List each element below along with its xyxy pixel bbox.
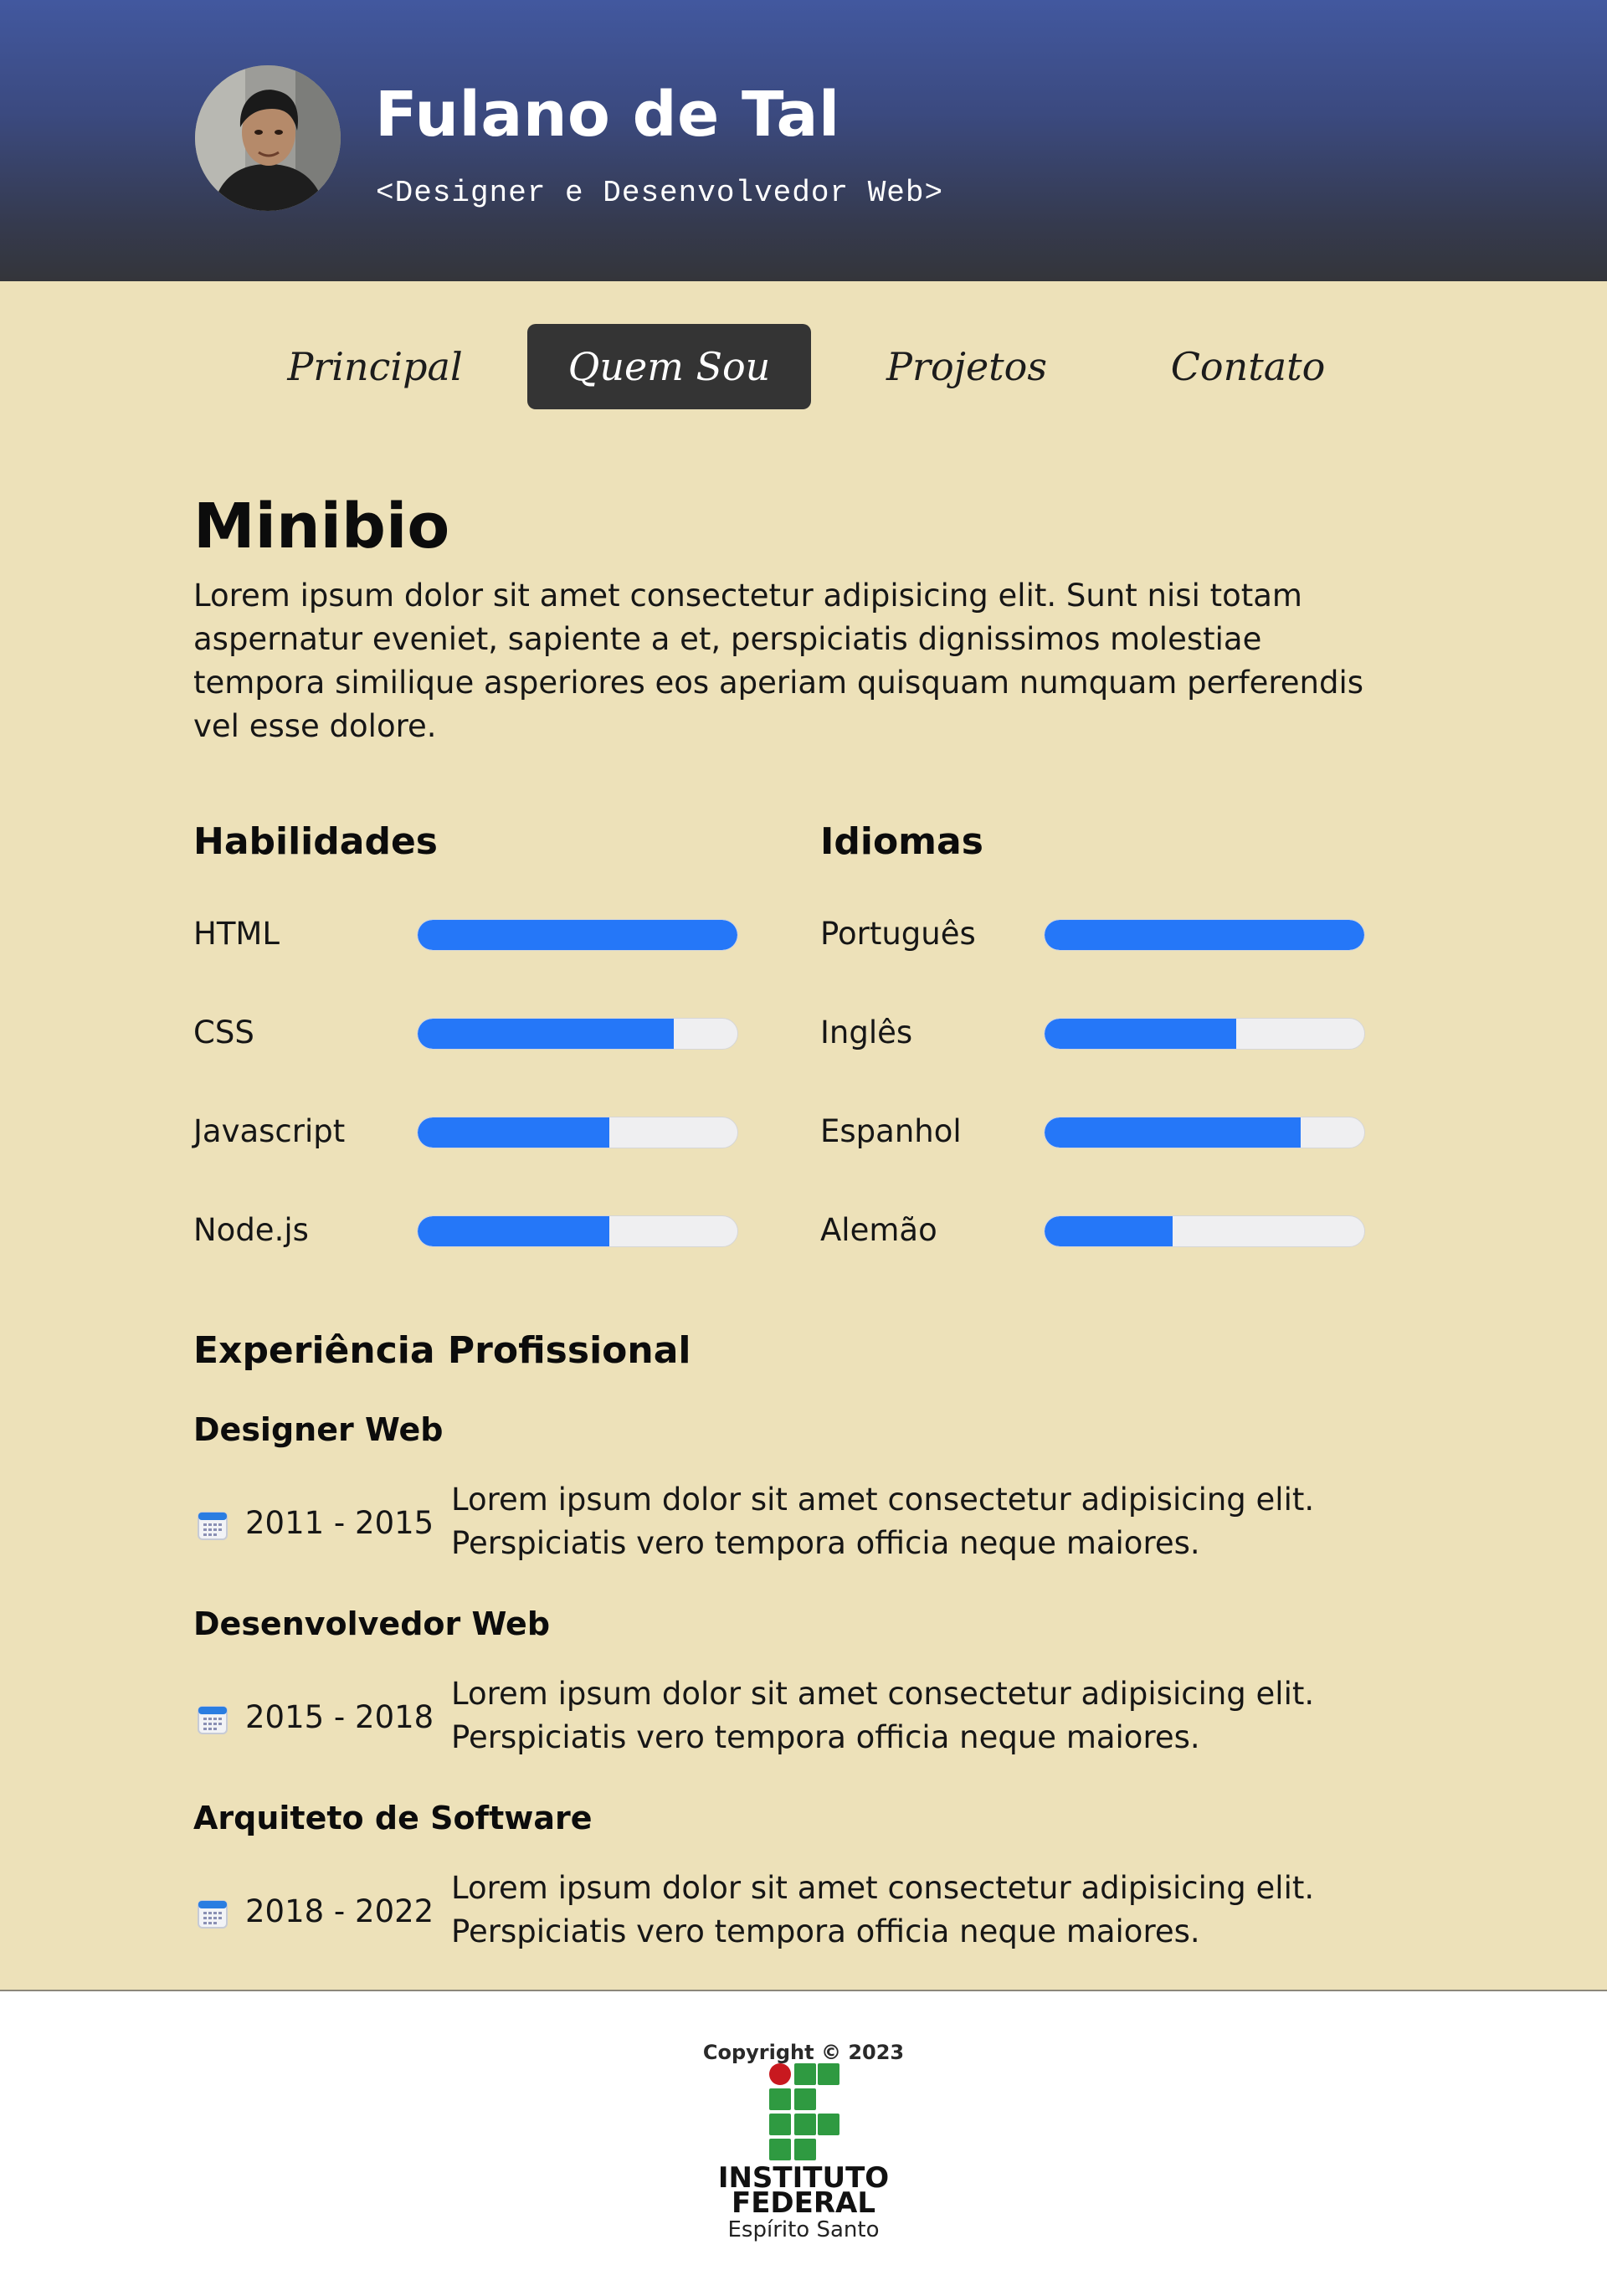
- language-progress-fill: [1045, 1019, 1237, 1049]
- language-progress-fill: [1045, 1117, 1301, 1148]
- skill-label: Javascript: [193, 1113, 346, 1149]
- site-owner-role: <Designer e Desenvolvedor Web>: [376, 176, 944, 210]
- skill-progress-bar: [417, 919, 738, 951]
- language-label: Inglês: [820, 1014, 913, 1050]
- minibio-heading: Minibio: [193, 491, 450, 562]
- logo-text-campus: Espírito Santo: [727, 2217, 880, 2242]
- instituto-federal-logo-icon: [769, 2063, 839, 2160]
- job-period: 2018 - 2022: [245, 1893, 434, 1929]
- skill-label: Node.js: [193, 1212, 309, 1248]
- logo-text-federal: FEDERAL: [731, 2186, 876, 2220]
- job-title: Arquiteto de Software: [193, 1800, 593, 1836]
- job-period: 2011 - 2015: [245, 1505, 434, 1541]
- nav-item-principal[interactable]: Principal: [276, 324, 474, 409]
- calendar-icon: [198, 1512, 228, 1540]
- calendar-icon: [198, 1900, 228, 1929]
- minibio-text: Lorem ipsum dolor sit amet consectetur a…: [193, 578, 1364, 744]
- profile-photo: [195, 65, 341, 211]
- main-nav: Principal Quem Sou Projetos Contato: [0, 324, 1607, 409]
- skill-progress-fill: [418, 1019, 674, 1049]
- main-content: Principal Quem Sou Projetos Contato Mini…: [0, 281, 1607, 1991]
- nav-item-quem-sou[interactable]: Quem Sou: [527, 324, 811, 409]
- language-label: Português: [820, 916, 976, 952]
- job-entry: 2011 - 2015 Lorem ipsum dolor sit amet c…: [193, 1478, 1415, 1565]
- site-header: Fulano de Tal <Designer e Desenvolvedor …: [0, 0, 1607, 281]
- skill-progress-bar: [417, 1018, 738, 1050]
- avatar: [195, 65, 341, 211]
- nav-item-contato[interactable]: Contato: [1151, 324, 1345, 409]
- job-entry: 2018 - 2022 Lorem ipsum dolor sit amet c…: [193, 1867, 1415, 1954]
- skill-label: HTML: [193, 916, 280, 952]
- language-label: Alemão: [820, 1212, 937, 1248]
- language-progress-fill: [1045, 920, 1364, 950]
- job-period: 2015 - 2018: [245, 1699, 434, 1735]
- calendar-icon: [198, 1706, 228, 1734]
- site-footer: Copyright © 2023 INSTITUTO FEDERAL Espír…: [0, 1991, 1607, 2296]
- job-entry: 2015 - 2018 Lorem ipsum dolor sit amet c…: [193, 1672, 1415, 1759]
- job-description: Lorem ipsum dolor sit amet consectetur a…: [451, 1870, 1315, 1949]
- languages-heading: Idiomas: [820, 820, 983, 863]
- language-progress-bar: [1044, 919, 1365, 951]
- skill-progress-fill: [418, 1117, 610, 1148]
- job-description: Lorem ipsum dolor sit amet consectetur a…: [451, 1482, 1315, 1561]
- site-owner-name: Fulano de Tal: [375, 79, 840, 151]
- language-progress-bar: [1044, 1215, 1365, 1247]
- skill-progress-bar: [417, 1215, 738, 1247]
- nav-item-projetos[interactable]: Projetos: [866, 324, 1067, 409]
- language-progress-bar: [1044, 1018, 1365, 1050]
- experience-heading: Experiência Profissional: [193, 1329, 691, 1372]
- job-title: Desenvolvedor Web: [193, 1605, 551, 1642]
- job-title: Designer Web: [193, 1411, 444, 1448]
- skill-progress-fill: [418, 1216, 610, 1246]
- language-progress-fill: [1045, 1216, 1173, 1246]
- language-progress-bar: [1044, 1117, 1365, 1148]
- skill-progress-fill: [418, 920, 737, 950]
- skill-label: CSS: [193, 1014, 254, 1050]
- skills-heading: Habilidades: [193, 820, 438, 863]
- skill-progress-bar: [417, 1117, 738, 1148]
- copyright-text: Copyright © 2023: [702, 2041, 905, 2064]
- language-label: Espanhol: [820, 1113, 962, 1149]
- job-description: Lorem ipsum dolor sit amet consectetur a…: [451, 1676, 1315, 1755]
